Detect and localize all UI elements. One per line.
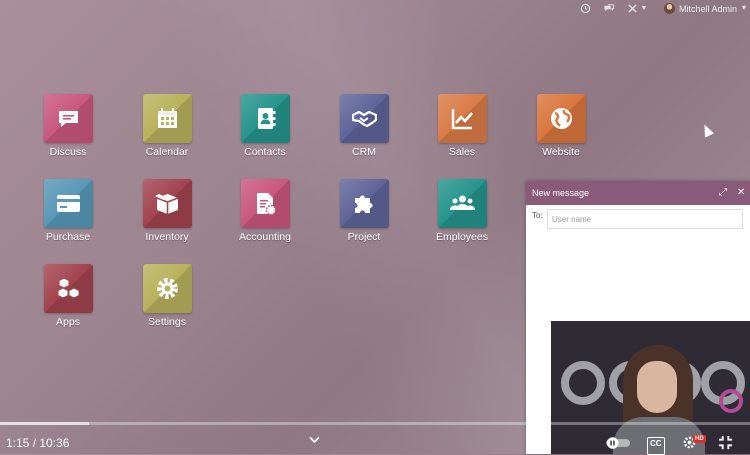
app-label-employees[interactable]: Employees [417,231,507,243]
people-icon [449,195,475,210]
credit-card-icon [56,195,80,212]
pink-logo-ring [719,389,743,413]
clock-icon[interactable] [579,3,591,15]
app-tile-apps[interactable] [43,264,93,313]
app-label-accounting[interactable]: Accounting [220,231,310,243]
app-label-discuss[interactable]: Discuss [23,146,113,158]
captions-button[interactable]: CC [647,437,665,455]
address-book-icon [257,108,275,129]
user-menu-caret-icon[interactable]: ▾ [742,3,746,12]
app-tile-crm[interactable] [339,94,389,143]
user-name[interactable]: Mitchell Admin [679,4,737,14]
app-label-crm[interactable]: CRM [319,146,409,158]
app-label-website[interactable]: Website [516,146,606,158]
video-time: 1:15 / 10:36 [6,436,70,450]
document-gear-icon [256,193,276,216]
app-discuss[interactable]: Discuss [23,94,113,158]
new-message-header[interactable]: New message ⤢ ✕ [526,181,750,205]
close-icon[interactable]: ✕ [737,181,745,205]
chat-icon[interactable] [603,3,615,15]
caret-down-icon[interactable]: ▼ [638,3,650,15]
app-purchase[interactable]: Purchase [23,179,113,243]
globe-icon [550,108,572,129]
app-tile-employees[interactable] [437,179,487,228]
app-label-settings[interactable]: Settings [122,316,212,328]
app-label-contacts[interactable]: Contacts [220,146,310,158]
new-message-title: New message [532,188,590,198]
app-tile-inventory[interactable] [142,179,192,228]
app-tile-purchase[interactable] [43,179,93,228]
app-label-purchase[interactable]: Purchase [23,231,113,243]
video-progress-fill [0,422,89,425]
puzzle-icon [354,195,372,213]
app-settings[interactable]: Settings [122,264,212,328]
tools-icon[interactable] [626,3,638,15]
exit-fullscreen-icon[interactable] [718,435,733,451]
app-crm[interactable]: CRM [319,94,409,158]
app-label-apps[interactable]: Apps [23,316,113,328]
app-tile-website[interactable] [536,94,586,143]
expand-icon[interactable]: ⤢ [719,181,727,205]
app-tile-project[interactable] [339,179,389,228]
app-tile-sales[interactable] [437,94,487,143]
app-inventory[interactable]: Inventory [122,179,212,243]
app-label-inventory[interactable]: Inventory [122,231,212,243]
to-label: To: [532,211,543,220]
gear-icon [156,278,178,299]
mouse-cursor-icon [699,122,715,138]
speech-bubble-icon [58,111,78,127]
app-project[interactable]: Project [319,179,409,243]
hd-badge: HD [693,435,706,443]
presenter-face [637,361,677,413]
app-tile-accounting[interactable] [240,179,290,228]
avatar[interactable] [664,3,675,14]
handshake-icon [351,110,377,128]
app-tile-discuss[interactable] [43,94,93,143]
calendar-icon [157,108,177,128]
video-progress-bar[interactable] [0,422,750,425]
app-accounting[interactable]: Accounting [220,179,310,243]
chart-line-icon [451,109,473,130]
top-bar: ▼ Mitchell Admin ▾ [0,0,750,18]
app-tile-calendar[interactable] [142,94,192,143]
app-tile-settings[interactable] [142,264,192,313]
app-sales[interactable]: Sales [417,94,507,158]
app-label-sales[interactable]: Sales [417,146,507,158]
autoplay-toggle-icon[interactable] [606,437,631,453]
app-tile-contacts[interactable] [240,94,290,143]
app-contacts[interactable]: Contacts [220,94,310,158]
box-icon [154,194,178,214]
app-apps[interactable]: Apps [23,264,113,328]
cubes-icon [57,277,79,299]
app-calendar[interactable]: Calendar [122,94,212,158]
recipient-input[interactable]: User name [547,209,743,229]
app-label-calendar[interactable]: Calendar [122,146,212,158]
logo-ring [561,361,605,405]
app-website[interactable]: Website [516,94,606,158]
app-label-project[interactable]: Project [319,231,409,243]
app-employees[interactable]: Employees [417,179,507,243]
chevron-down-icon[interactable] [309,433,320,447]
